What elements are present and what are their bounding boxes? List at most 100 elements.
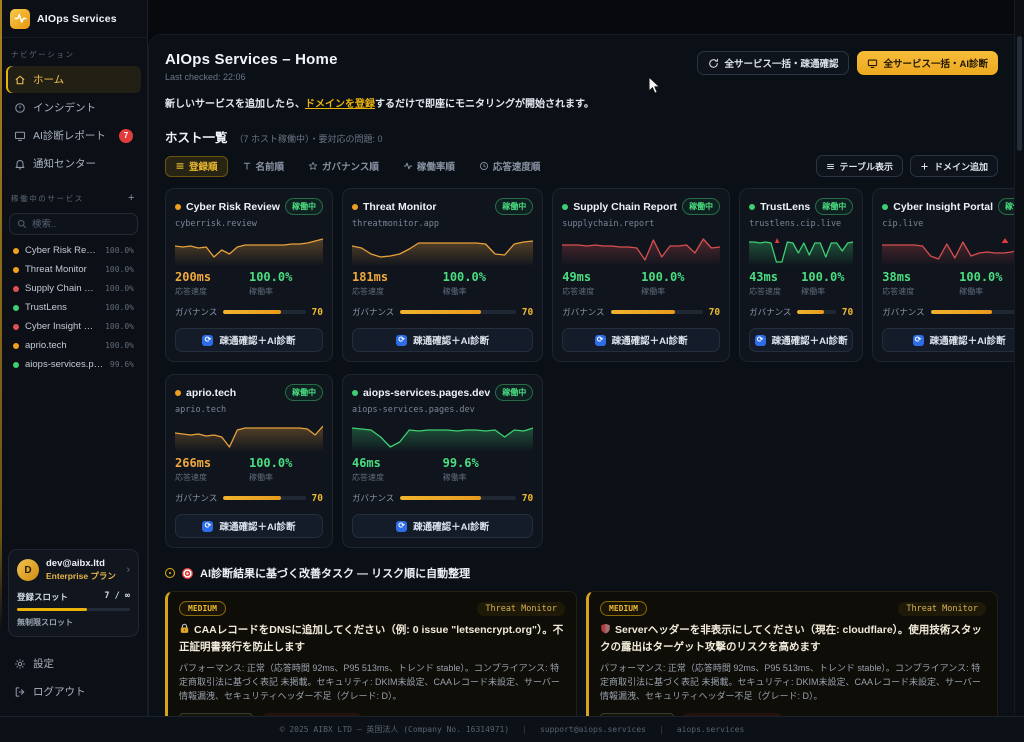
brand-name: AIOps Services <box>37 13 117 25</box>
latency-sparkline <box>175 235 323 265</box>
scrollbar-thumb[interactable] <box>1017 36 1022 151</box>
service-search[interactable] <box>9 213 138 235</box>
add-service-plus-icon[interactable]: + <box>128 192 136 204</box>
response-time-value: 181ms <box>352 270 443 284</box>
sort-tab-label: 登録順 <box>189 159 218 173</box>
chevron-right-icon[interactable]: › <box>126 564 130 576</box>
window-accent-stripe <box>0 0 2 630</box>
uptime-value: 100.0% <box>249 456 323 470</box>
sidebar-item-home[interactable]: ホーム <box>6 66 141 93</box>
host-name: aprio.tech <box>186 387 280 399</box>
footer-email[interactable]: support@aiops.services <box>540 725 646 734</box>
search-icon <box>17 219 27 229</box>
pulse-icon <box>403 161 413 171</box>
uptime-label: 稼働率 <box>959 286 1014 297</box>
check-and-diagnose-button[interactable]: ⟳ 疎通確認＋AI診断 <box>352 514 533 538</box>
register-domain-link[interactable]: ドメインを登録 <box>305 99 375 110</box>
list-icon <box>175 161 185 171</box>
table-view-label: テーブル表示 <box>840 160 893 173</box>
host-card-grid: Cyber Risk Review 稼働中 cyberrisk.review 2… <box>165 188 998 548</box>
gear-icon <box>14 658 26 670</box>
service-name: aprio.tech <box>25 340 99 351</box>
check-and-diagnose-label: 疎通確認＋AI診断 <box>930 333 1006 347</box>
sidebar-service-item[interactable]: Supply Chain Report 100.0% <box>0 279 147 298</box>
service-status-dot <box>13 343 19 349</box>
footer-site[interactable]: aiops.services <box>677 725 744 734</box>
response-time-label: 応答速度 <box>352 286 443 297</box>
task-title: Serverヘッダーを非表示にしてください（現在: cloudflare）。使用… <box>600 623 986 656</box>
service-name: TrustLens <box>25 302 99 313</box>
sort-tab[interactable]: 稼働率順 <box>393 156 465 177</box>
governance-label: ガバナンス <box>882 306 924 318</box>
check-all-button[interactable]: 全サービス一括・疎通確認 <box>697 51 849 75</box>
star-icon <box>308 161 318 171</box>
response-time-label: 応答速度 <box>562 286 641 297</box>
scrollbar-track[interactable] <box>1014 0 1024 716</box>
response-time-value: 266ms <box>175 456 249 470</box>
refresh-icon: ⟳ <box>913 335 924 346</box>
sidebar-service-item[interactable]: TrustLens 100.0% <box>0 298 147 317</box>
check-and-diagnose-button[interactable]: ⟳ 疎通確認＋AI診断 <box>882 328 1014 352</box>
add-domain-button[interactable]: ドメイン追加 <box>910 155 998 177</box>
host-domain: aiops-services.pages.dev <box>352 405 533 415</box>
account-card[interactable]: D dev@aibx.ltd Enterprise プラン › 登録スロット 7… <box>8 549 139 637</box>
host-status-dot <box>882 204 888 210</box>
uptime-value: 99.6% <box>443 456 534 470</box>
sidebar-service-item[interactable]: Cyber Risk Review 100.0% <box>0 241 147 260</box>
service-status-dot <box>13 305 19 311</box>
logout-label: ログアウト <box>33 684 86 699</box>
uptime-value: 100.0% <box>801 270 853 284</box>
check-and-diagnose-button[interactable]: ⟳ 疎通確認＋AI診断 <box>175 328 323 352</box>
sort-tab[interactable]: 応答速度順 <box>469 156 551 177</box>
latency-sparkline <box>749 235 853 265</box>
service-status-dot <box>13 362 19 368</box>
service-uptime: 100.0% <box>105 341 134 350</box>
check-and-diagnose-button[interactable]: ⟳ 疎通確認＋AI診断 <box>562 328 720 352</box>
governance-bar <box>223 496 305 500</box>
check-and-diagnose-button[interactable]: ⟳ 疎通確認＋AI診断 <box>352 328 533 352</box>
tasks-heading: AI診断結果に基づく改善タスク — リスク順に自動整理 <box>200 565 470 581</box>
check-and-diagnose-label: 疎通確認＋AI診断 <box>219 333 295 347</box>
sidebar-item-logout[interactable]: ログアウト <box>6 678 141 705</box>
sidebar-item-settings[interactable]: 設定 <box>6 650 141 677</box>
host-name: Supply Chain Report <box>573 201 677 213</box>
refresh-icon: ⟳ <box>202 335 213 346</box>
response-time-value: 43ms <box>749 270 801 284</box>
main-content: AIOps Services – Home Last checked: 22:0… <box>148 0 1014 716</box>
footer-separator: | <box>659 725 664 734</box>
sidebar-service-item[interactable]: Threat Monitor 100.0% <box>0 260 147 279</box>
sidebar-item-report[interactable]: AI診断レポート 7 <box>6 122 141 149</box>
sidebar-item-bell[interactable]: 通知センター <box>6 150 141 177</box>
response-time-label: 応答速度 <box>882 286 959 297</box>
status-badge: 稼働中 <box>285 198 323 215</box>
avatar: D <box>17 559 39 581</box>
slots-label: 登録スロット <box>17 591 68 603</box>
latency-sparkline <box>175 421 323 451</box>
status-badge: 稼働中 <box>682 198 720 215</box>
uptime-label: 稼働率 <box>249 472 323 483</box>
sidebar-item-incident[interactable]: インシデント <box>6 94 141 121</box>
check-and-diagnose-button[interactable]: ⟳ 疎通確認＋AI診断 <box>175 514 323 538</box>
sidebar-service-item[interactable]: aiops-services.pages.dev 99.6% <box>0 355 147 374</box>
monitor-icon <box>867 58 878 69</box>
sort-tab-label: ガバナンス順 <box>322 159 379 173</box>
diagnose-all-button[interactable]: 全サービス一括・AI診断 <box>857 51 998 75</box>
sort-tab[interactable]: ガバナンス順 <box>298 156 389 177</box>
hosts-subtitle: （7 ホスト稼働中）・要対応の問題: 0 <box>235 132 383 145</box>
host-name: Cyber Insight Portal <box>893 201 993 213</box>
uptime-label: 稼働率 <box>641 286 720 297</box>
check-and-diagnose-button[interactable]: ⟳ 疎通確認＋AI診断 <box>749 328 853 352</box>
uptime-label: 稼働率 <box>249 286 323 297</box>
table-view-button[interactable]: テーブル表示 <box>816 155 903 177</box>
response-time-label: 応答速度 <box>749 286 801 297</box>
nav-item-label: インシデント <box>33 100 96 115</box>
service-uptime: 99.6% <box>110 360 134 369</box>
sidebar-service-item[interactable]: Cyber Insight Portal 100.0% <box>0 317 147 336</box>
service-search-input[interactable] <box>32 219 130 230</box>
sort-tab[interactable]: 登録順 <box>165 156 228 177</box>
sidebar-service-item[interactable]: aprio.tech 100.0% <box>0 336 147 355</box>
sort-tab[interactable]: 名前順 <box>232 156 295 177</box>
service-uptime: 100.0% <box>105 265 134 274</box>
hosts-title: ホスト一覧 <box>165 127 228 146</box>
response-time-value: 38ms <box>882 270 959 284</box>
